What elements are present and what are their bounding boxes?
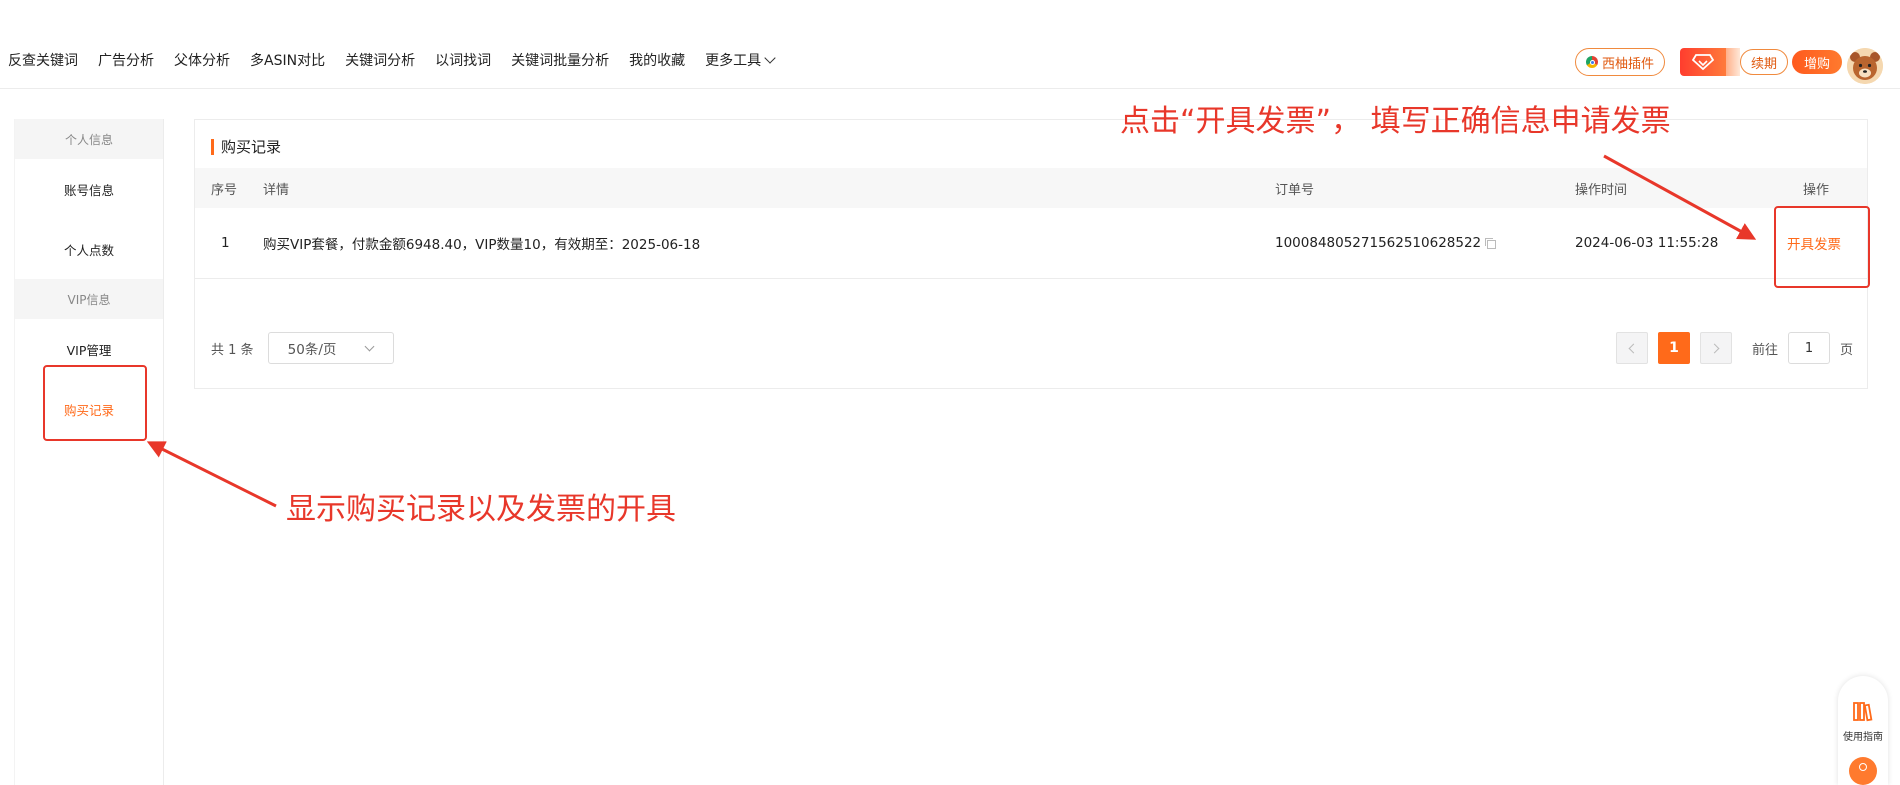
page-number-current[interactable]: 1 [1657, 332, 1690, 364]
renew-button[interactable]: 续期 [1740, 49, 1789, 75]
top-nav: 反查关键词 广告分析 父体分析 多ASIN对比 关键词分析 以词找词 关键词批量… [0, 0, 1900, 89]
pagination-left: 共 1 条 50条/页 [211, 332, 394, 364]
page-suffix: 页 [1839, 342, 1853, 358]
row-order: 10008480527156251062852​2 [1275, 208, 1497, 278]
annotation-box-invoice [1774, 206, 1870, 288]
annotation-bottom-text: 显示购买记录以及发票的开具 [286, 492, 676, 527]
chevron-left-icon [1628, 343, 1639, 353]
support-icon[interactable] [1849, 757, 1877, 785]
total-count: 共 1 条 [211, 342, 254, 358]
page-size-value: 50条/页 [287, 342, 337, 358]
nav-link-parent-analysis[interactable]: 父体分析 [174, 50, 230, 70]
col-action: 操作 [1803, 182, 1830, 198]
nav-more-tools[interactable]: 更多工具 [705, 50, 776, 70]
nav-link-reverse-keyword[interactable]: 反查关键词 [8, 50, 78, 70]
buy-more-button[interactable]: 增购 [1792, 50, 1843, 74]
goto-label: 前往 [1751, 342, 1778, 358]
pagination-right: 1 前往 1 页 [1615, 332, 1853, 364]
annotation-box-purchase [43, 365, 147, 441]
annotation-top-text: 点击“开具发票”， 填写正确信息申请发票 [1120, 104, 1671, 139]
avatar[interactable] [1847, 48, 1883, 84]
vip-group: 续期 增购 [1680, 48, 1843, 76]
order-number: 10008480527156251062852​2 [1275, 235, 1482, 251]
nav-more-label: 更多工具 [705, 53, 762, 69]
nav-link-keyword-analysis[interactable]: 关键词分析 [345, 50, 415, 70]
nav-link-multi-asin[interactable]: 多ASIN对比 [250, 50, 325, 70]
title-accent-bar [211, 138, 214, 155]
table-header: 序号 详情 订单号 操作时间 操作 [195, 168, 1867, 208]
vip-decor [1726, 48, 1740, 76]
col-detail: 详情 [263, 182, 290, 198]
nav-link-batch-keyword[interactable]: 关键词批量分析 [511, 50, 609, 70]
chevron-down-icon [764, 52, 776, 64]
col-time: 操作时间 [1575, 182, 1628, 198]
chevron-right-icon [1709, 343, 1720, 353]
purchase-records-panel: 购买记录 序号 详情 订单号 操作时间 操作 1 购买VIP套餐，付款金额694… [194, 119, 1868, 389]
col-no: 序号 [211, 182, 238, 198]
sidebar-item-points[interactable]: 个人点数 [15, 219, 163, 279]
arrow-to-purchase-icon [146, 441, 277, 508]
plugin-label: 西柚插件 [1602, 56, 1655, 72]
chevron-down-icon [364, 341, 375, 351]
page-size-select[interactable]: 50条/页 [267, 332, 394, 364]
row-detail: 购买VIP套餐，付款金额6948.40，VIP数量10，有效期至：2025-06… [263, 237, 701, 253]
nav-link-word-finder[interactable]: 以词找词 [435, 50, 491, 70]
sidebar-group-vip: VIP信息 [15, 279, 163, 319]
next-page-button[interactable] [1699, 332, 1732, 364]
floating-helper[interactable]: 使用指南 [1838, 676, 1888, 785]
guide-label: 使用指南 [1843, 732, 1883, 743]
plugin-button[interactable]: 西柚插件 [1575, 48, 1666, 76]
book-icon [1853, 702, 1873, 722]
panel-title-text: 购买记录 [221, 138, 282, 156]
sidebar-item-account[interactable]: 账号信息 [15, 159, 163, 219]
nav-link-favorites[interactable]: 我的收藏 [629, 50, 685, 70]
bear-avatar-icon [1847, 48, 1883, 84]
nav-link-ad-analysis[interactable]: 广告分析 [98, 50, 154, 70]
table-row: 1 购买VIP套餐，付款金额6948.40，VIP数量10，有效期至：2025-… [195, 208, 1867, 279]
sidebar-group-personal: 个人信息 [15, 119, 163, 159]
vip-diamond-icon [1680, 48, 1726, 76]
sidebar: 个人信息 账号信息 个人点数 VIP信息 VIP管理 购买记录 [14, 119, 164, 785]
chrome-icon [1586, 56, 1598, 68]
nav-links: 反查关键词 广告分析 父体分析 多ASIN对比 关键词分析 以词找词 关键词批量… [8, 50, 776, 70]
col-order: 订单号 [1275, 182, 1315, 198]
copy-icon[interactable] [1485, 237, 1497, 249]
panel-title: 购买记录 [211, 136, 281, 157]
goto-page-input[interactable]: 1 [1787, 332, 1830, 364]
row-time: 2024-06-03 11:55:28 [1575, 235, 1719, 251]
row-no: 1 [221, 235, 230, 251]
prev-page-button[interactable] [1615, 332, 1648, 364]
